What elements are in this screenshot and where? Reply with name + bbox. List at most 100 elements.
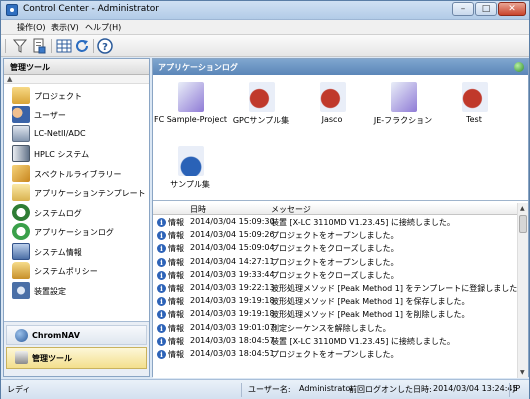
- admin-tools-pane: 管理ツール ▲ プロジェクト ユーザー LC-NetII/ADC HPLC シス…: [3, 58, 150, 377]
- scroll-thumb[interactable]: [519, 215, 527, 233]
- log-row[interactable]: i 情報 2014/03/03 19:19:18 波形処理メソッド [Peak Met…: [153, 308, 517, 321]
- info-icon: i: [157, 270, 166, 280]
- log-time: 2014/03/04 15:09:30: [190, 217, 275, 226]
- menu-help[interactable]: ヘルプ(H): [85, 22, 121, 33]
- log-message: 測定シーケンスを解除しました。: [271, 323, 391, 333]
- status-icon[interactable]: [514, 62, 524, 72]
- log-row[interactable]: i 情報 2014/03/03 19:19:18 波形処理メソッド [Peak Met…: [153, 295, 517, 308]
- app-log-icon: [12, 223, 30, 240]
- log-row[interactable]: i 情報 2014/03/03 19:22:13 波形処理メソッド [Peak Met…: [153, 282, 525, 295]
- gear-icon: [12, 282, 30, 299]
- log-time: 2014/03/03 19:19:18: [190, 296, 275, 306]
- filter-icon[interactable]: [12, 38, 28, 54]
- log-message: プロジェクトをオープンしました。: [271, 350, 399, 359]
- minimize-button[interactable]: –: [452, 2, 474, 16]
- tool-lc-net[interactable]: LC-NetII/ADC: [10, 125, 148, 143]
- log-row[interactable]: i 情報 2014/03/04 14:27:11 プロジェクトをオープンしました。: [153, 256, 517, 269]
- log-row[interactable]: i 情報 2014/03/03 18:04:51 プロジェクトをオープンしました。: [153, 348, 517, 361]
- menu-operation[interactable]: 操作(O): [17, 22, 46, 33]
- monitor-icon: [12, 243, 30, 260]
- nav-admin-tools[interactable]: 管理ツール: [6, 347, 147, 369]
- status-ready: レディ: [7, 385, 31, 394]
- tool-system-info[interactable]: システム情報: [10, 243, 148, 261]
- tool-users[interactable]: ユーザー: [10, 106, 148, 124]
- title-bar: Control Center - Administrator – □ ✕: [1, 1, 529, 20]
- network-icon: [12, 125, 30, 142]
- template-icon: [12, 184, 30, 201]
- log-level: 情報: [168, 244, 184, 254]
- tool-project[interactable]: プロジェクト: [10, 87, 148, 105]
- log-time: 2014/03/03 19:19:18: [190, 309, 275, 319]
- close-button[interactable]: ✕: [498, 2, 526, 16]
- users-icon: [12, 106, 30, 123]
- log-level: 情報: [168, 270, 184, 280]
- log-row[interactable]: i 情報 2014/03/03 19:33:44 プロジェクトをクローズしました。: [153, 269, 517, 282]
- app-icon: [6, 4, 18, 16]
- status-bar: レディ ユーザー名: Administrator 前回ログオンした日時: 201…: [1, 379, 529, 399]
- document-icon[interactable]: [31, 38, 47, 54]
- log-scrollbar[interactable]: ▲ ▼: [517, 203, 528, 378]
- log-level: 情報: [168, 297, 184, 307]
- app-je-fraction[interactable]: JE-フラクション: [367, 79, 439, 131]
- svg-text:?: ?: [102, 42, 108, 53]
- app-fc-sample-project[interactable]: FC Sample-Project: [154, 79, 227, 131]
- column-datetime[interactable]: 日時: [190, 204, 206, 215]
- log-time: 2014/03/03 19:33:44: [190, 269, 275, 279]
- app-window: Control Center - Administrator – □ ✕ 操作(…: [0, 0, 530, 399]
- chromatogram-icon: [320, 82, 346, 112]
- chromatogram-icon: [178, 82, 204, 112]
- log-message: 波形処理メソッド [Peak Method 1] を保存しました。: [271, 297, 470, 307]
- grid-icon[interactable]: [56, 38, 72, 54]
- log-message: 装置 [X-LC 3110MD V1.23.45] に接続しました。: [271, 218, 455, 227]
- log-row[interactable]: i 情報 2014/03/04 15:09:30 装置 [X-LC 3110MD V1…: [153, 216, 517, 229]
- app-sample-collection[interactable]: サンプル集: [154, 143, 226, 195]
- scroll-up[interactable]: ▲: [4, 75, 149, 84]
- log-message: 装置 [X-LC 3110MD V1.23.45] に接続しました。: [271, 336, 455, 346]
- nav-chromnav[interactable]: ChromNAV: [6, 325, 147, 345]
- log-message: 波形処理メソッド [Peak Method 1] をテンプレートに登録しました。: [271, 284, 526, 293]
- user-label: ユーザー名:: [248, 385, 291, 394]
- log-row[interactable]: i 情報 2014/03/03 19:01:07 測定シーケンスを解除しました。: [153, 322, 517, 335]
- tool-app-log[interactable]: アプリケーションログ: [10, 223, 148, 241]
- chromatogram-icon: [391, 82, 417, 112]
- log-level: 情報: [168, 336, 184, 346]
- log-row[interactable]: i 情報 2014/03/04 15:09:04 プロジェクトをクローズしました。: [153, 242, 517, 255]
- log-level: 情報: [168, 350, 184, 359]
- log-table: 日時 メッセージ i 情報 2014/03/04 15:09:30 装置 [X-LC …: [153, 203, 528, 378]
- log-time: 2014/03/03 19:01:07: [190, 322, 275, 332]
- chromnav-icon: [15, 329, 28, 342]
- app-test[interactable]: Test: [438, 79, 510, 131]
- log-level: 情報: [168, 310, 184, 320]
- log-message: プロジェクトをオープンしました。: [271, 257, 399, 267]
- language-indicator: JP: [513, 384, 521, 393]
- refresh-icon[interactable]: [74, 38, 90, 54]
- tool-system-log[interactable]: システムログ: [10, 204, 148, 222]
- help-icon[interactable]: ?: [97, 38, 113, 54]
- column-message[interactable]: メッセージ: [271, 204, 311, 215]
- app-jasco[interactable]: Jasco: [296, 79, 368, 131]
- info-icon: i: [157, 231, 166, 241]
- tool-device-settings[interactable]: 装置設定: [10, 282, 148, 300]
- maximize-button[interactable]: □: [475, 2, 497, 16]
- tool-spectral-library[interactable]: スペクトルライブラリー: [10, 165, 148, 183]
- app-log-header: アプリケーションログ: [153, 59, 528, 75]
- window-title: Control Center - Administrator: [23, 4, 160, 14]
- log-time: 2014/03/04 14:27:11: [190, 256, 275, 266]
- info-icon: i: [157, 257, 166, 267]
- info-icon: i: [157, 284, 166, 293]
- log-level: 情報: [168, 257, 184, 267]
- log-message: 波形処理メソッド [Peak Method 1] を削除しました。: [271, 310, 470, 320]
- tool-system-policy[interactable]: システムポリシー: [10, 262, 148, 280]
- nav-panel: ChromNAV 管理ツール: [4, 321, 149, 376]
- log-row[interactable]: i 情報 2014/03/04 15:09:26 プロジェクトをオープンしました。: [153, 229, 517, 242]
- log-row[interactable]: i 情報 2014/03/03 18:04:57 装置 [X-LC 3110MD V1…: [153, 335, 517, 348]
- log-header-row: 日時 メッセージ: [153, 203, 517, 215]
- tool-app-template[interactable]: アプリケーションテンプレート: [10, 184, 148, 202]
- info-icon: i: [157, 310, 166, 320]
- info-icon: i: [157, 350, 166, 359]
- menu-view[interactable]: 表示(V): [51, 22, 79, 33]
- log-time: 2014/03/04 15:09:26: [190, 230, 275, 240]
- log-message: プロジェクトをクローズしました。: [271, 270, 399, 280]
- tool-hplc-system[interactable]: HPLC システム: [10, 145, 148, 163]
- app-gpc-sample[interactable]: GPCサンプル集: [225, 79, 297, 131]
